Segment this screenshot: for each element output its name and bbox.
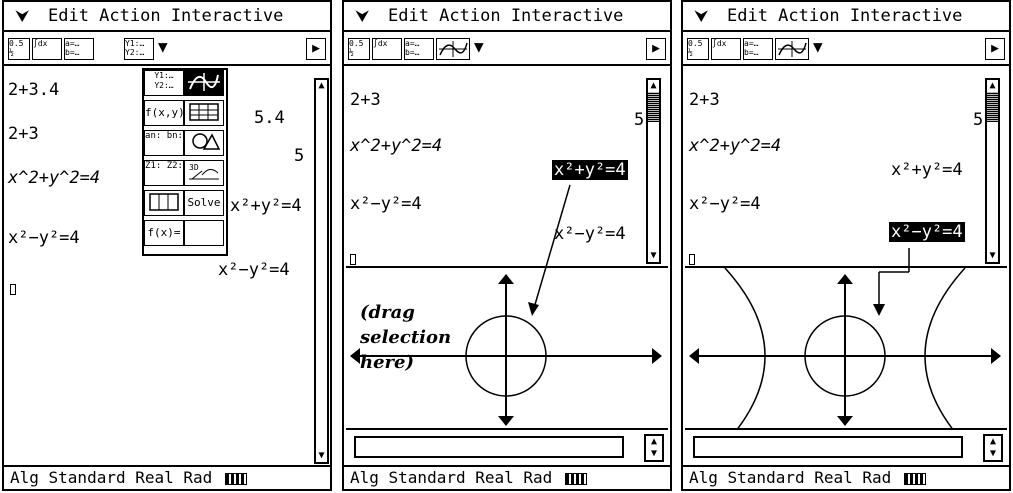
toolbar: 0.5 ½ ∫dx a=… b=… Y1:… Y2:… ▼ ▶ [4, 34, 330, 66]
scroll-up-icon[interactable]: ▲ [316, 80, 327, 92]
input-cursor[interactable] [10, 284, 16, 295]
menu-item[interactable]: Solve [184, 190, 224, 216]
status-text: Alg Standard Real Rad [689, 468, 892, 487]
result-line: 5 [294, 146, 305, 166]
result-line: 5.4 [254, 108, 285, 128]
status-bar: Alg Standard Real Rad [344, 465, 670, 489]
menu-item[interactable]: Z1: Z2: [144, 160, 184, 186]
3d-graph-icon[interactable]: 3D [184, 160, 224, 186]
calculator-screen-3: ⮟ Edit Action Interactive 0.5 ½ ∫dx a=… … [681, 0, 1011, 491]
assign-button[interactable]: a=… b=… [64, 38, 94, 60]
status-text: Alg Standard Real Rad [10, 468, 213, 487]
geometry-icon[interactable] [184, 130, 224, 156]
scrollbar[interactable]: ▲ ▼ [314, 78, 329, 464]
scroll-down-icon[interactable]: ▼ [316, 450, 327, 462]
graph-editor-button[interactable]: Y1:… Y2:… [124, 38, 154, 60]
drag-arrow [528, 184, 571, 316]
calculator-screen-1: ⮟ Edit Action Interactive 0.5 ½ ∫dx a=… … [2, 0, 332, 491]
calculator-screen-2: ⮟ Edit Action Interactive 0.5 ½ ∫dx a=… … [342, 0, 672, 491]
menu-item[interactable]: f(x,y) [144, 100, 185, 126]
integral-button[interactable]: ∫dx [32, 38, 62, 60]
menu-items[interactable]: Edit Action Interactive [48, 2, 283, 30]
menu-item[interactable] [184, 220, 224, 246]
battery-icon [224, 472, 247, 485]
entry-line[interactable]: x^2+y^2=4 [8, 168, 100, 188]
battery-icon [903, 472, 926, 485]
result-line: x²+y²=4 [230, 196, 302, 216]
menu-item[interactable]: f(x)= [144, 220, 184, 246]
formula-input[interactable] [693, 436, 963, 458]
menu-item[interactable]: Y1:… Y2:… [144, 70, 184, 96]
battery-icon [564, 472, 587, 485]
chevron-down-icon[interactable]: ⮟ [16, 2, 29, 30]
result-line: x²−y²=4 [218, 260, 290, 280]
dropdown-menu: Y1:… Y2:… f(x,y) an: bn: Z1: Z2: 3D Solv… [142, 68, 228, 256]
svg-text:3D: 3D [189, 163, 199, 172]
entry-line[interactable]: x²−y²=4 [8, 228, 80, 248]
dropdown-arrow-icon[interactable]: ▼ [158, 36, 168, 58]
drag-arrow [873, 248, 910, 316]
toolbar-scroll-button[interactable]: ▶ [306, 38, 326, 60]
table-icon[interactable] [184, 100, 224, 126]
decimal-toggle-button[interactable]: 0.5 ½ [8, 38, 30, 60]
list-icon[interactable] [144, 190, 184, 216]
stepper-icon[interactable]: ▲ ▼ [983, 434, 1003, 462]
graph-icon[interactable] [184, 70, 224, 96]
status-bar: Alg Standard Real Rad [683, 465, 1009, 489]
formula-input[interactable] [354, 436, 624, 458]
entry-line[interactable]: 2+3 [8, 124, 39, 144]
menu-item[interactable]: an: bn: [144, 130, 184, 156]
entry-line[interactable]: 2+3.4 [8, 80, 59, 100]
status-text: Alg Standard Real Rad [350, 468, 553, 487]
menu-bar: ⮟ Edit Action Interactive [4, 2, 330, 32]
stepper-icon[interactable]: ▲ ▼ [644, 434, 664, 462]
status-bar: Alg Standard Real Rad [4, 465, 330, 489]
